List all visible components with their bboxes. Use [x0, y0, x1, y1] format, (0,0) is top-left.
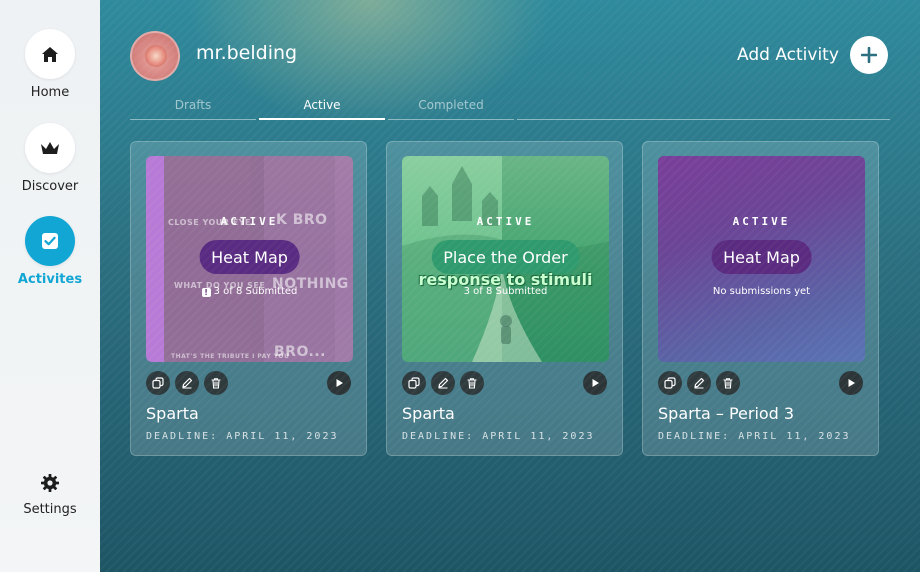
card-deadline: DEADLINE: APRIL 11, 2023	[658, 431, 851, 442]
sidebar-item-label: Home	[30, 85, 70, 100]
duplicate-button[interactable]	[146, 371, 170, 395]
copy-icon	[408, 377, 420, 389]
tab-drafts[interactable]: Drafts	[130, 98, 256, 120]
sidebar-item-activites[interactable]: Activites	[0, 216, 100, 287]
card-title: Sparta	[402, 404, 455, 423]
house-icon	[42, 46, 58, 62]
add-activity-button[interactable]	[850, 36, 888, 74]
tab-active[interactable]: Active	[259, 98, 385, 120]
card-actions	[658, 371, 740, 395]
sidebar-item-settings[interactable]: Settings	[0, 468, 100, 517]
submission-count: 3 of 8 Submitted	[463, 286, 548, 297]
card-actions	[146, 371, 228, 395]
pencil-icon	[694, 377, 705, 389]
status-badge: ACTIVE	[476, 215, 535, 228]
duplicate-button[interactable]	[402, 371, 426, 395]
submission-status: ! 3 of 8 Submitted	[146, 286, 353, 297]
meme-text: THAT'S THE TRIBUTE I PAY YOU	[171, 353, 290, 360]
play-icon	[848, 379, 855, 387]
main-content: mr.belding Add Activity Drafts Active Co…	[100, 0, 920, 572]
sidebar-item-label: Settings	[23, 502, 77, 517]
copy-icon	[664, 377, 676, 389]
trash-icon	[211, 378, 221, 389]
discover-button[interactable]	[25, 123, 75, 173]
card-deadline: DEADLINE: APRIL 11, 2023	[402, 431, 595, 442]
activity-type-pill: Heat Map	[199, 240, 300, 274]
avatar-image	[145, 45, 167, 67]
tab-bar: Drafts Active Completed	[130, 98, 890, 122]
activity-card[interactable]: CLOSE YOUR EYE K BRO WHAT DO YOU SEE NOT…	[130, 141, 367, 456]
submission-count: 3 of 8 Submitted	[213, 286, 298, 297]
avatar[interactable]	[130, 31, 180, 81]
card-actions	[402, 371, 484, 395]
delete-button[interactable]	[460, 371, 484, 395]
alert-icon: !	[201, 288, 211, 297]
trash-icon	[723, 378, 733, 389]
meme-panel	[164, 259, 264, 362]
activity-thumbnail[interactable]: ACTIVE Place the Order response to stimu…	[402, 156, 609, 362]
activity-card[interactable]: ACTIVE Heat Map No submissions yet Spart…	[642, 141, 879, 456]
gear-icon	[41, 474, 59, 492]
checkbox-icon	[42, 233, 58, 249]
card-title: Sparta	[146, 404, 199, 423]
activity-thumbnail[interactable]: ACTIVE Heat Map No submissions yet	[658, 156, 865, 362]
activites-button[interactable]	[25, 216, 75, 266]
play-button[interactable]	[839, 371, 863, 395]
delete-button[interactable]	[204, 371, 228, 395]
activity-type-pill: Heat Map	[711, 240, 812, 274]
tab-underline-filler	[517, 98, 890, 120]
sidebar-item-discover[interactable]: Discover	[0, 123, 100, 194]
duplicate-button[interactable]	[658, 371, 682, 395]
trash-icon	[467, 378, 477, 389]
play-icon	[336, 379, 343, 387]
card-deadline: DEADLINE: APRIL 11, 2023	[146, 431, 339, 442]
activity-card[interactable]: ACTIVE Place the Order response to stimu…	[386, 141, 623, 456]
submission-status: No submissions yet	[712, 286, 811, 297]
activity-thumbnail[interactable]: CLOSE YOUR EYE K BRO WHAT DO YOU SEE NOT…	[146, 156, 353, 362]
pencil-icon	[182, 377, 193, 389]
activity-type-pill: Place the Order	[431, 240, 580, 274]
sidebar-item-label: Activites	[17, 272, 83, 287]
play-button[interactable]	[583, 371, 607, 395]
delete-button[interactable]	[716, 371, 740, 395]
edit-button[interactable]	[431, 371, 455, 395]
edit-button[interactable]	[687, 371, 711, 395]
home-button[interactable]	[25, 29, 75, 79]
status-badge: ACTIVE	[732, 215, 791, 228]
play-button[interactable]	[327, 371, 351, 395]
sidebar-item-home[interactable]: Home	[0, 29, 100, 100]
pencil-icon	[438, 377, 449, 389]
username: mr.belding	[196, 42, 298, 64]
edit-button[interactable]	[175, 371, 199, 395]
plus-icon	[861, 47, 877, 63]
crown-icon	[41, 142, 59, 154]
play-icon	[592, 379, 599, 387]
tab-completed[interactable]: Completed	[388, 98, 514, 120]
card-title: Sparta – Period 3	[658, 404, 795, 423]
sidebar-item-label: Discover	[21, 179, 79, 194]
copy-icon	[152, 377, 164, 389]
add-activity-label[interactable]: Add Activity	[737, 45, 839, 65]
sidebar: Home Discover Activites Settings	[0, 0, 100, 572]
meme-text: BRO...	[274, 344, 326, 360]
status-badge: ACTIVE	[220, 215, 279, 228]
settings-button[interactable]	[35, 468, 65, 498]
